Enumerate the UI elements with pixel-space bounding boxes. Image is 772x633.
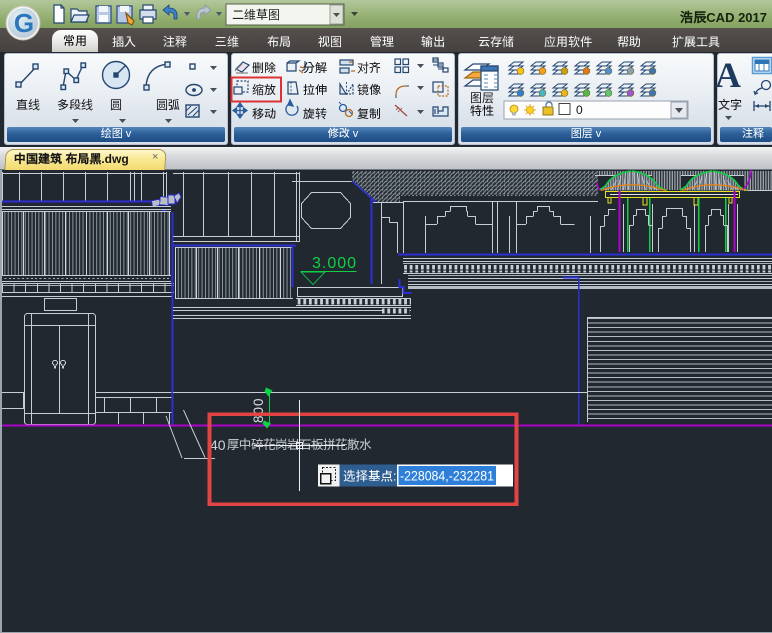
svg-text:-228084,-232281: -228084,-232281 <box>400 468 494 484</box>
svg-text:0: 0 <box>576 103 583 117</box>
svg-text:A: A <box>715 55 741 95</box>
svg-text:800: 800 <box>251 397 266 423</box>
svg-text:G: G <box>14 8 34 38</box>
svg-text:选择基点:: 选择基点: <box>343 470 396 484</box>
svg-text:3.000: 3.000 <box>312 255 357 272</box>
svg-text:40: 40 <box>210 437 226 453</box>
svg-text:二维草图: 二维草图 <box>232 8 280 22</box>
